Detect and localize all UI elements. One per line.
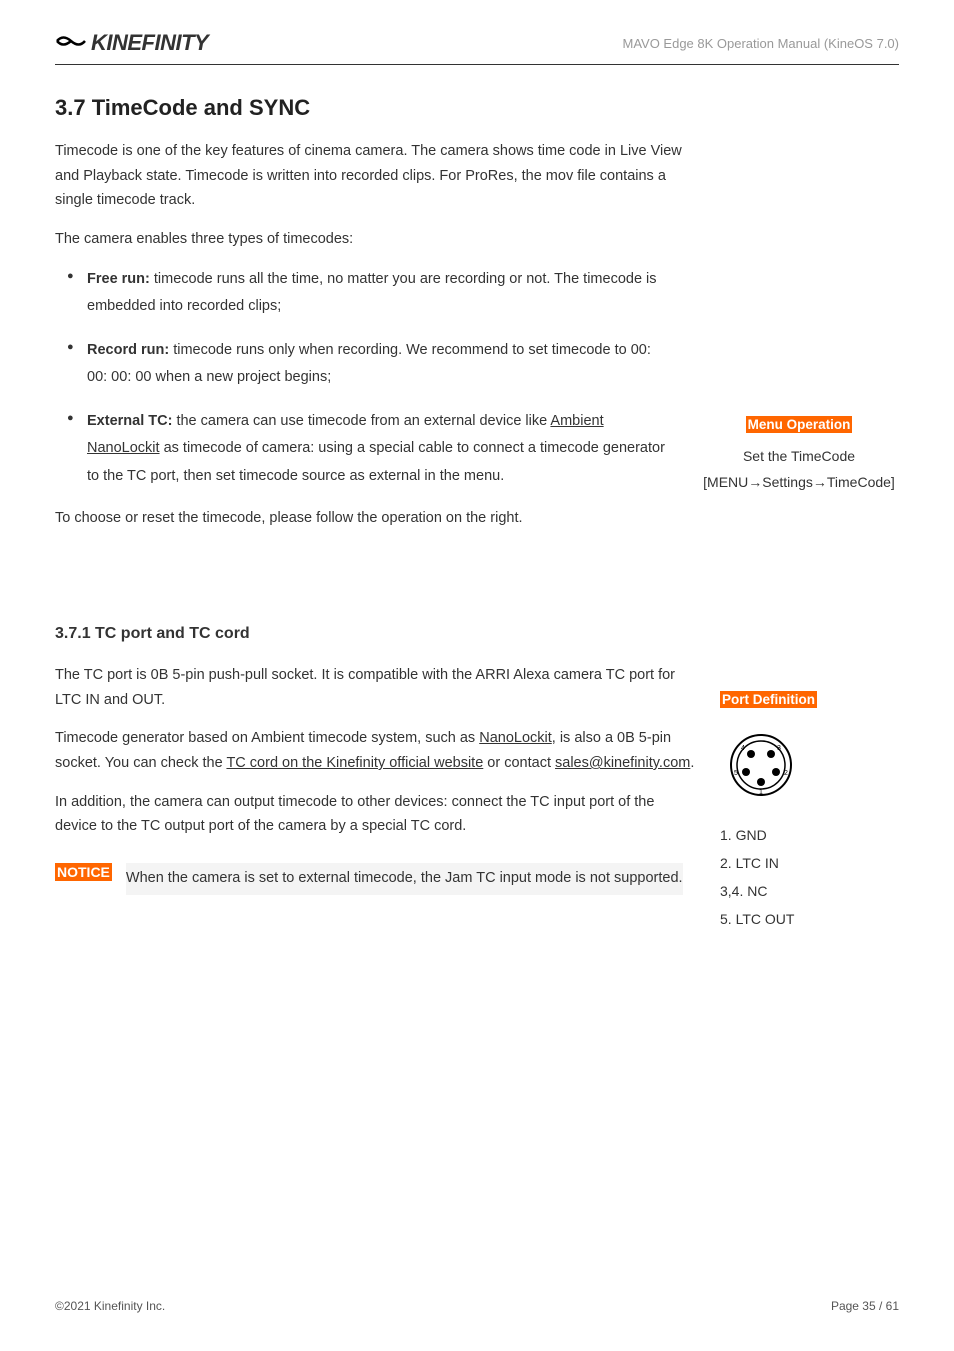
subsection-p1: The TC port is 0B 5-pin push-pull socket… — [55, 663, 695, 712]
nanolockit-link[interactable]: NanoLockit — [479, 730, 552, 746]
sales-email-link[interactable]: sales@kinefinity.com — [555, 755, 690, 771]
tc-cord-link[interactable]: TC cord on the Kinefinity official websi… — [226, 755, 483, 771]
list-label: Free run: — [87, 271, 150, 287]
menu-operation-line2: [MENU→Settings→TimeCode] — [699, 469, 899, 496]
svg-text:5: 5 — [734, 770, 738, 777]
menu-operation-line1: Set the TimeCode — [699, 443, 899, 470]
pin-5: 5. LTC OUT — [720, 905, 890, 933]
svg-text:2: 2 — [784, 770, 788, 777]
list-item-record-run: Record run: timecode runs only when reco… — [87, 337, 674, 392]
port-diagram-icon: 1 2 3 4 5 — [726, 730, 890, 805]
content-two-column: Free run: timecode runs all the time, no… — [55, 266, 899, 545]
menu-operation-label: Menu Operation — [746, 416, 853, 433]
port-definition-label: Port Definition — [720, 691, 817, 708]
pin-list: 1. GND 2. LTC IN 3,4. NC 5. LTC OUT — [720, 821, 890, 933]
subsection-two-column: The TC port is 0B 5-pin push-pull socket… — [55, 663, 899, 933]
subsection-p3: In addition, the camera can output timec… — [55, 790, 695, 839]
page-footer: ©2021 Kinefinity Inc. Page 35 / 61 — [55, 1299, 899, 1313]
list-item-free-run: Free run: timecode runs all the time, no… — [87, 266, 674, 321]
list-text: timecode runs only when recording. We re… — [87, 342, 651, 386]
subsection-title: 3.7.1 TC port and TC cord — [55, 625, 899, 643]
timecode-types-list: Free run: timecode runs all the time, no… — [55, 266, 674, 491]
pin-2: 2. LTC IN — [720, 849, 890, 877]
subsection-p2: Timecode generator based on Ambient time… — [55, 726, 695, 775]
svg-text:1: 1 — [759, 789, 763, 796]
page-header: KINEFINITY MAVO Edge 8K Operation Manual… — [55, 30, 899, 65]
p2-before: Timecode generator based on Ambient time… — [55, 730, 479, 746]
after-bullets-paragraph: To choose or reset the timecode, please … — [55, 506, 674, 531]
list-text: timecode runs all the time, no matter yo… — [87, 271, 657, 315]
logo: KINEFINITY — [55, 30, 208, 56]
svg-text:4: 4 — [741, 745, 745, 752]
footer-page-number: Page 35 / 61 — [831, 1299, 899, 1313]
sidebar-port-definition: Port Definition 1 2 3 4 5 1. GND 2. LTC … — [720, 663, 890, 933]
main-column: Free run: timecode runs all the time, no… — [55, 266, 674, 545]
notice-badge: NOTICE — [55, 863, 112, 881]
p2-mid2: or contact — [483, 755, 555, 771]
notice-text: When the camera is set to external timec… — [126, 863, 683, 895]
list-text-before: the camera can use timecode from an exte… — [172, 413, 550, 429]
list-text-after: as timecode of camera: using a special c… — [87, 440, 665, 484]
p2-after: . — [690, 755, 694, 771]
footer-copyright: ©2021 Kinefinity Inc. — [55, 1299, 165, 1313]
list-item-external-tc: External TC: the camera can use timecode… — [87, 408, 674, 491]
svg-text:3: 3 — [777, 745, 781, 752]
pin-1: 1. GND — [720, 821, 890, 849]
subsection-main-column: The TC port is 0B 5-pin push-pull socket… — [55, 663, 695, 895]
header-subtitle: MAVO Edge 8K Operation Manual (KineOS 7.… — [622, 36, 899, 51]
list-label: Record run: — [87, 342, 169, 358]
pin-34: 3,4. NC — [720, 877, 890, 905]
intro-paragraph-1: Timecode is one of the key features of c… — [55, 139, 695, 213]
list-label: External TC: — [87, 413, 172, 429]
sidebar-menu-operation: Menu Operation Set the TimeCode [MENU→Se… — [699, 266, 899, 496]
logo-swoosh-icon — [55, 30, 87, 56]
section-title: 3.7 TimeCode and SYNC — [55, 95, 899, 121]
notice-row: NOTICE When the camera is set to externa… — [55, 863, 695, 895]
intro-paragraph-2: The camera enables three types of timeco… — [55, 227, 695, 252]
logo-text: KINEFINITY — [91, 30, 208, 56]
